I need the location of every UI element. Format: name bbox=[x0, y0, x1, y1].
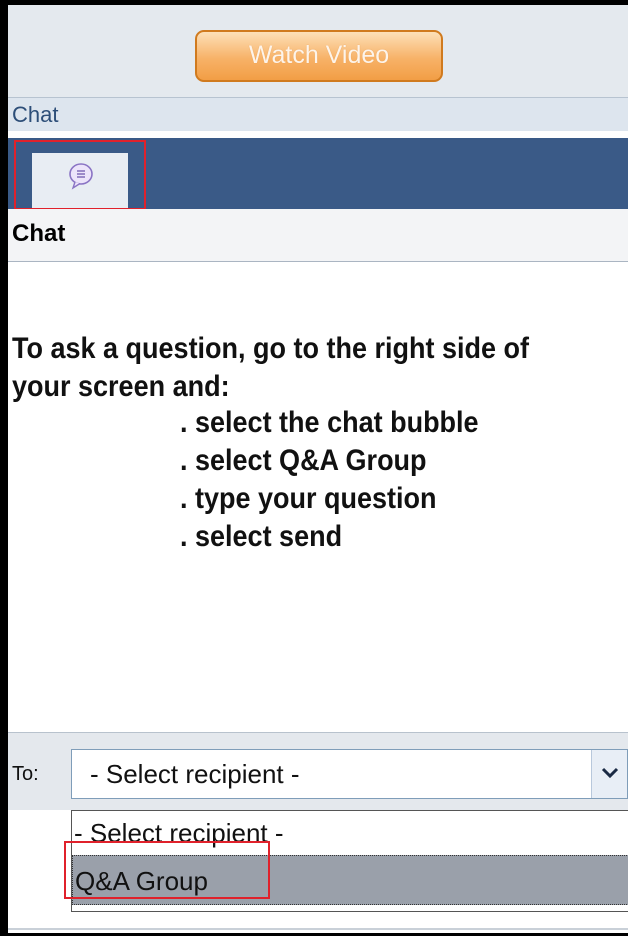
instruction-step: . select Q&A Group bbox=[180, 444, 427, 477]
watch-video-button[interactable]: Watch Video bbox=[195, 30, 443, 82]
chevron-down-icon bbox=[601, 767, 619, 779]
recipient-selected-value: - Select recipient - bbox=[90, 759, 300, 789]
chat-section-header: Chat bbox=[8, 97, 628, 131]
chat-message-area: To ask a question, go to the right side … bbox=[8, 262, 628, 732]
divider bbox=[8, 928, 628, 930]
chat-tab-highlight-box bbox=[14, 140, 146, 210]
qa-group-highlight-box bbox=[64, 841, 270, 899]
instruction-step: . type your question bbox=[180, 482, 437, 515]
to-label: To: bbox=[12, 763, 39, 785]
dropdown-arrow-button[interactable] bbox=[591, 750, 627, 798]
instruction-step: . select send bbox=[180, 520, 343, 553]
recipient-select[interactable]: - Select recipient - bbox=[71, 749, 628, 799]
instruction-intro: To ask a question, go to the right side … bbox=[12, 332, 530, 365]
instruction-line2: your screen and: bbox=[12, 370, 230, 403]
chat-subheader: Chat bbox=[8, 209, 628, 262]
recipient-row: To: - Select recipient - bbox=[8, 732, 628, 810]
instruction-step: . select the chat bubble bbox=[180, 406, 479, 439]
toolbar: Watch Video bbox=[8, 5, 628, 97]
